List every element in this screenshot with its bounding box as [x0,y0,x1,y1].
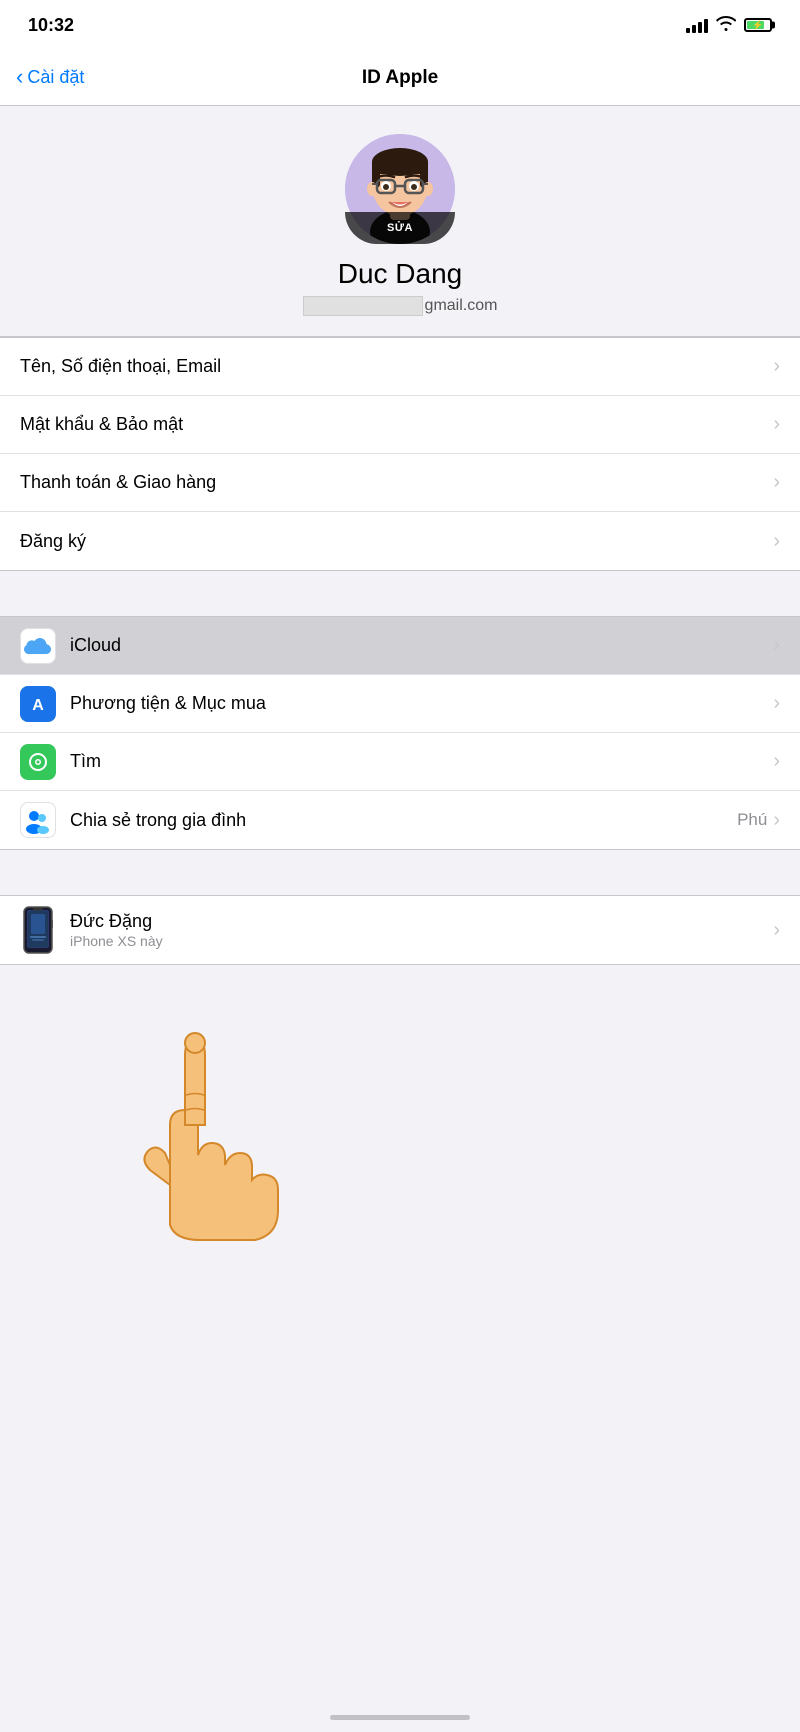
appstore-icon: A [20,686,56,722]
settings-item-findmy[interactable]: Tìm › [0,733,800,791]
settings-item-app-mua[interactable]: A Phương tiện & Mục mua › [0,675,800,733]
spacer-1 [0,571,800,606]
family-icon [20,802,56,838]
settings-group-devices: Đức Đặng iPhone XS này › [0,895,800,965]
signal-icon [686,17,708,33]
back-label: Cài đặt [27,67,84,88]
profile-email: gmail.com [303,296,498,316]
device-icon [20,906,56,954]
home-indicator [330,1715,470,1720]
avatar-wrapper[interactable]: SỬA [345,134,455,244]
settings-item-family[interactable]: Chia sẻ trong gia đình Phú › [0,791,800,849]
settings-item-icloud[interactable]: iCloud › [0,617,800,675]
profile-section: SỬA Duc Dang gmail.com [0,106,800,337]
findmy-icon [20,744,56,780]
settings-item-mat-khau[interactable]: Mật khẩu & Bảo mật › [0,396,800,454]
settings-item-thanh-toan[interactable]: Thanh toán & Giao hàng › [0,454,800,512]
svg-text:A: A [32,697,44,714]
status-icons: ⚡ [686,15,772,36]
chevron-icon: › [773,919,780,942]
back-chevron-icon: ‹ [16,64,23,90]
nav-bar: ‹ Cài đặt ID Apple [0,50,800,106]
chevron-icon: › [773,692,780,715]
avatar-edit-badge[interactable]: SỬA [345,212,455,244]
chevron-icon: › [773,530,780,553]
chevron-icon: › [773,750,780,773]
chevron-icon: › [773,634,780,657]
settings-item-ten-so-dt[interactable]: Tên, Số điện thoại, Email › [0,338,800,396]
chevron-icon: › [773,471,780,494]
wifi-icon [716,15,736,36]
chevron-icon: › [773,355,780,378]
email-redacted [303,296,423,316]
battery-icon: ⚡ [744,18,772,32]
back-button[interactable]: ‹ Cài đặt [16,65,84,90]
profile-name: Duc Dang [338,258,463,290]
icloud-icon [20,628,56,664]
status-bar: 10:32 ⚡ [0,0,800,50]
status-time: 10:32 [28,15,74,36]
cursor-hand [110,1015,310,1245]
spacer-2 [0,850,800,885]
page-title: ID Apple [362,67,438,89]
chevron-icon: › [773,413,780,436]
chevron-icon: › [773,809,780,832]
settings-group-2: iCloud › A Phương tiện & Mục mua › Tìm › [0,616,800,850]
settings-group-1: Tên, Số điện thoại, Email › Mật khẩu & B… [0,337,800,571]
settings-item-device[interactable]: Đức Đặng iPhone XS này › [0,896,800,964]
settings-item-dang-ky[interactable]: Đăng ký › [0,512,800,570]
